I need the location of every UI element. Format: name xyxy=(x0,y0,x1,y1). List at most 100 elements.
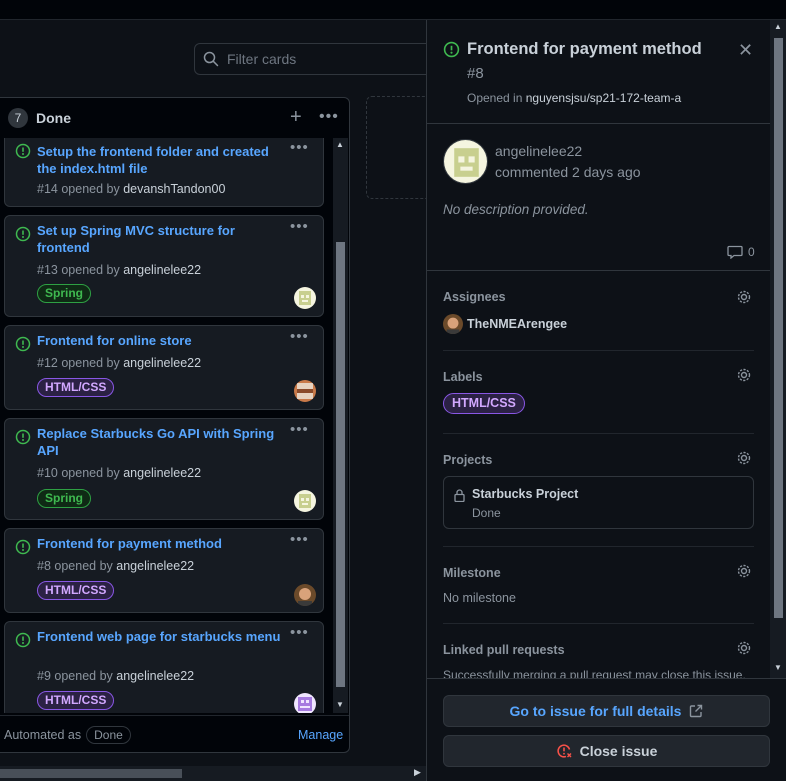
gear-icon[interactable] xyxy=(736,450,752,466)
author-link[interactable]: angelinelee22 xyxy=(123,466,201,480)
close-icon[interactable]: ✕ xyxy=(738,40,753,61)
panel-scrollbar[interactable]: ▲ ▼ xyxy=(770,20,786,678)
gear-icon[interactable] xyxy=(736,563,752,579)
avatar[interactable] xyxy=(294,380,316,402)
avatar[interactable] xyxy=(294,287,316,309)
opened-by-text: opened by xyxy=(54,669,113,683)
opened-in-text: Opened in nguyensjsu/sp21-172-team-a xyxy=(467,91,681,105)
milestone-title: Milestone xyxy=(443,566,501,580)
issue-opened-icon xyxy=(15,143,31,159)
label-html-css[interactable]: HTML/CSS xyxy=(37,378,115,397)
avatar xyxy=(443,314,463,334)
issue-opened-icon xyxy=(15,336,31,352)
scrollbar-thumb[interactable] xyxy=(774,38,783,618)
kebab-horizontal-icon[interactable]: ••• xyxy=(290,421,309,438)
filter-cards-input[interactable] xyxy=(227,51,427,67)
column-header: 7 Done + ••• xyxy=(0,98,349,138)
gear-icon[interactable] xyxy=(736,367,752,383)
scroll-up-arrow-icon[interactable]: ▲ xyxy=(336,140,344,149)
label-html-css[interactable]: HTML/CSS xyxy=(37,581,115,600)
issue-number: #10 xyxy=(37,466,58,480)
repo-link[interactable]: nguyensjsu/sp21-172-team-a xyxy=(526,91,681,105)
issue-card[interactable]: Frontend for online store ••• #12 opened… xyxy=(4,325,324,410)
automation-badge: Done xyxy=(86,725,131,744)
issue-description: No description provided. xyxy=(443,202,589,217)
opened-by-text: opened by xyxy=(61,466,120,480)
author-link[interactable]: angelinelee22 xyxy=(123,263,201,277)
issue-card[interactable]: Frontend web page for starbucks menu •••… xyxy=(4,621,324,713)
gear-icon[interactable] xyxy=(736,640,752,656)
author-link[interactable]: angelinelee22 xyxy=(116,559,194,573)
issue-opened-icon xyxy=(15,226,31,242)
scroll-right-arrow-icon[interactable]: ▶ xyxy=(414,767,421,778)
scroll-down-arrow-icon[interactable]: ▼ xyxy=(774,663,782,672)
issue-card[interactable]: Frontend for payment method ••• #8 opene… xyxy=(4,528,324,613)
label-spring[interactable]: Spring xyxy=(37,489,91,508)
scroll-up-arrow-icon[interactable]: ▲ xyxy=(774,22,782,31)
divider xyxy=(427,270,770,271)
project-card[interactable]: Starbucks Project Done xyxy=(443,476,754,529)
card-meta: #13 opened by angelinelee22 xyxy=(37,263,201,277)
kebab-horizontal-icon[interactable]: ••• xyxy=(290,139,309,156)
comment-count[interactable]: 0 xyxy=(727,245,755,259)
close-issue-label: Close issue xyxy=(579,743,658,759)
card-title[interactable]: Set up Spring MVC structure for frontend xyxy=(37,222,287,256)
plus-icon[interactable]: + xyxy=(290,107,302,127)
divider xyxy=(427,123,770,124)
kebab-horizontal-icon[interactable]: ••• xyxy=(290,328,309,345)
label-spring[interactable]: Spring xyxy=(37,284,91,303)
label-html-css[interactable]: HTML/CSS xyxy=(37,691,115,710)
card-meta: #9 opened by angelinelee22 xyxy=(37,669,194,683)
issue-number: #8 xyxy=(37,559,51,573)
go-to-issue-button[interactable]: Go to issue for full details xyxy=(443,695,770,727)
filter-cards-input-box[interactable] xyxy=(194,43,454,75)
card-title[interactable]: Frontend for payment method xyxy=(37,535,287,552)
gear-icon[interactable] xyxy=(736,289,752,305)
kebab-horizontal-icon[interactable]: ••• xyxy=(290,624,309,641)
author-link[interactable]: angelinelee22 xyxy=(123,356,201,370)
issue-opened-icon xyxy=(15,429,31,445)
milestone-value: No milestone xyxy=(443,591,516,605)
author-link[interactable]: devanshTandon00 xyxy=(123,182,225,196)
done-column: 7 Done + ••• Setup the frontend folder a… xyxy=(0,97,350,753)
issue-card[interactable]: Setup the frontend folder and created th… xyxy=(4,138,324,207)
card-meta: #12 opened by angelinelee22 xyxy=(37,356,201,370)
issue-card[interactable]: Set up Spring MVC structure for frontend… xyxy=(4,215,324,317)
issue-number: #13 xyxy=(37,263,58,277)
avatar[interactable] xyxy=(294,490,316,512)
assignee-item[interactable]: TheNMEArengee xyxy=(443,314,567,334)
labels-title: Labels xyxy=(443,370,483,384)
manage-link[interactable]: Manage xyxy=(298,728,343,742)
card-meta: #8 opened by angelinelee22 xyxy=(37,559,194,573)
avatar[interactable] xyxy=(443,139,488,184)
divider xyxy=(443,433,754,434)
external-link-icon xyxy=(690,704,703,718)
issue-number: #12 xyxy=(37,356,58,370)
comment-author[interactable]: angelinelee22 xyxy=(495,143,582,159)
go-to-issue-label: Go to issue for full details xyxy=(509,703,682,719)
column-title: Done xyxy=(36,110,71,126)
assignee-name[interactable]: TheNMEArengee xyxy=(467,317,567,331)
column-scrollbar[interactable]: ▲ ▼ xyxy=(333,138,348,713)
issue-side-panel: Frontend for payment method ✕ #8 Opened … xyxy=(426,20,786,781)
card-title[interactable]: Setup the frontend folder and created th… xyxy=(37,143,287,177)
scrollbar-thumb[interactable] xyxy=(0,769,182,778)
avatar[interactable] xyxy=(294,693,316,713)
card-title[interactable]: Frontend web page for starbucks menu xyxy=(37,628,287,645)
author-link[interactable]: angelinelee22 xyxy=(116,669,194,683)
project-name[interactable]: Starbucks Project xyxy=(472,487,578,501)
card-title[interactable]: Replace Starbucks Go API with Spring API xyxy=(37,425,287,459)
issue-number: #14 xyxy=(37,182,58,196)
label-html-css[interactable]: HTML/CSS xyxy=(443,393,525,414)
close-issue-button[interactable]: Close issue xyxy=(443,735,770,767)
issue-card[interactable]: Replace Starbucks Go API with Spring API… xyxy=(4,418,324,520)
kebab-horizontal-icon[interactable]: ••• xyxy=(290,218,309,235)
card-title[interactable]: Frontend for online store xyxy=(37,332,287,349)
kebab-horizontal-icon[interactable]: ••• xyxy=(319,107,339,127)
issue-opened-icon xyxy=(15,632,31,648)
horizontal-scrollbar[interactable]: ▶ xyxy=(0,766,426,781)
avatar[interactable] xyxy=(294,584,316,606)
scroll-down-arrow-icon[interactable]: ▼ xyxy=(336,700,344,709)
kebab-horizontal-icon[interactable]: ••• xyxy=(290,531,309,548)
scrollbar-thumb[interactable] xyxy=(336,242,345,687)
